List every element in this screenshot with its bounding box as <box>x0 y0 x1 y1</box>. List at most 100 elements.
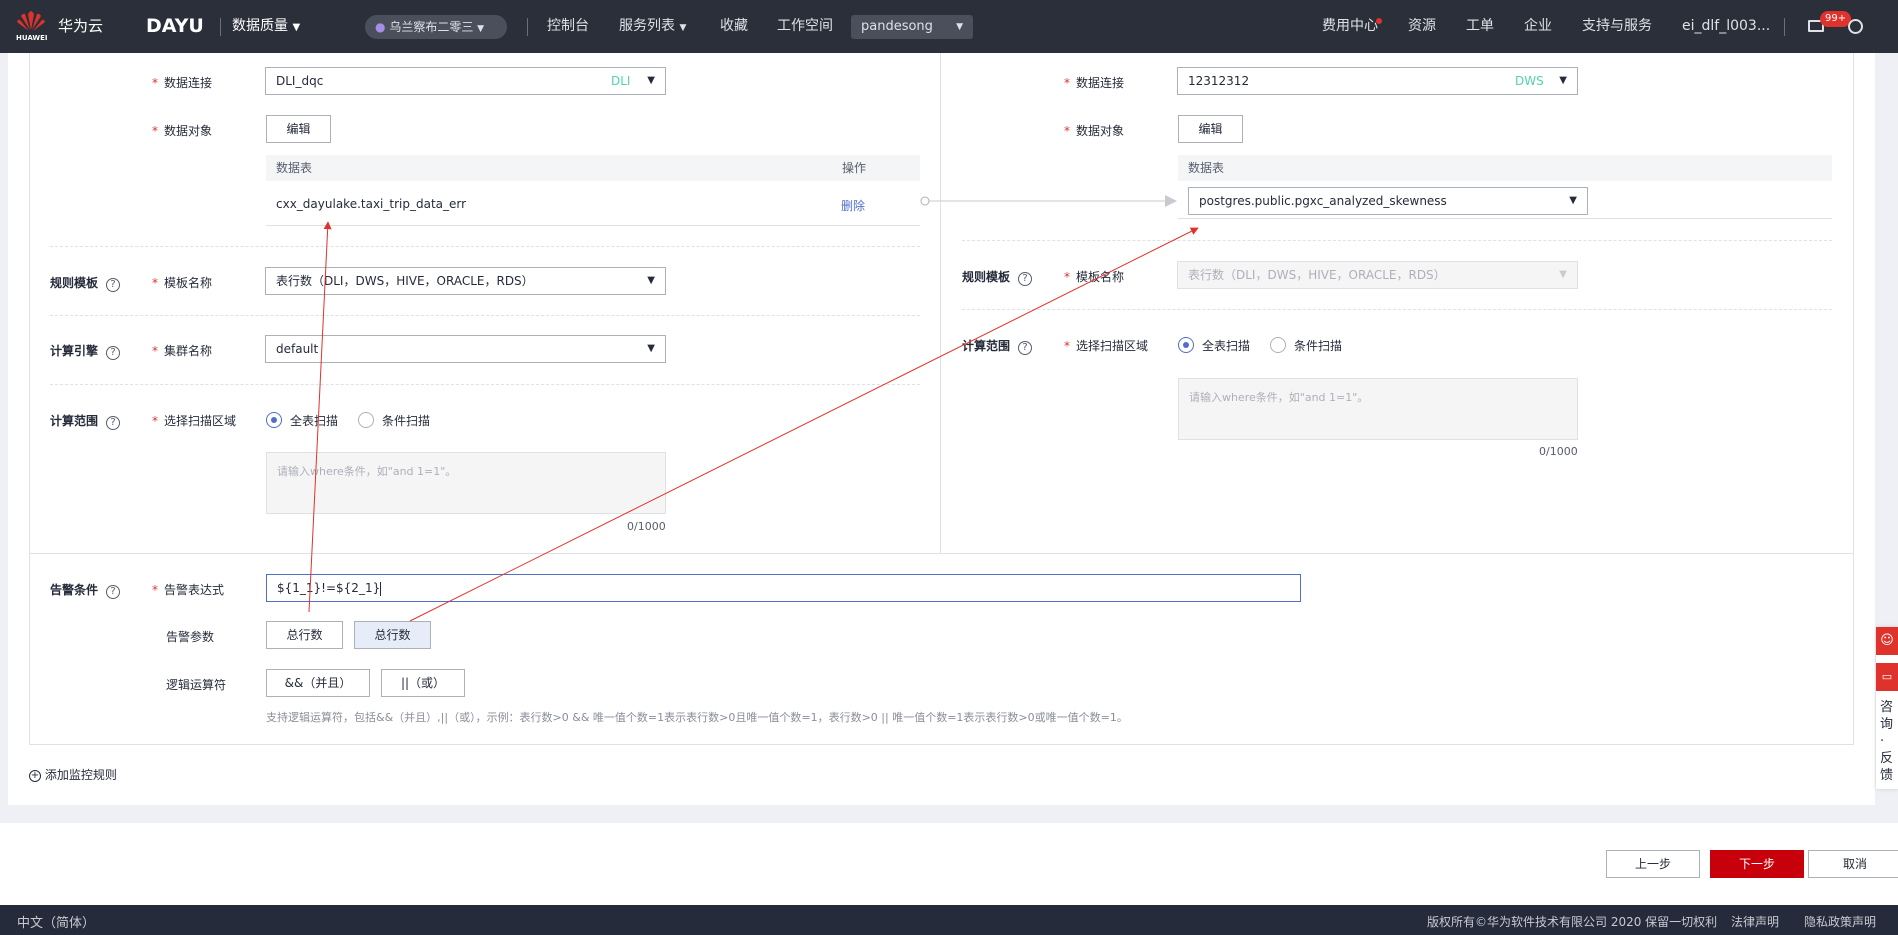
workspace-selector[interactable]: pandesong ▼ <box>851 15 973 39</box>
language-selector[interactable]: 中文（简体） <box>17 912 95 931</box>
nav-enterprise[interactable]: 企业 <box>1524 0 1552 53</box>
label-text: 选择扫描区域 <box>1076 339 1149 353</box>
huawei-logo[interactable]: HUAWEI <box>10 10 50 44</box>
nav-support[interactable]: 支持与服务 <box>1582 0 1652 53</box>
where-condition-textarea[interactable]: 请输入where条件，如"and 1=1"。 <box>1178 378 1578 440</box>
data-table-select[interactable]: postgres.public.pgxc_analyzed_skewness ▼ <box>1188 187 1588 215</box>
char-counter: 0/1000 <box>1539 445 1578 458</box>
nav-billing[interactable]: 费用中心 <box>1322 0 1378 53</box>
label-text: 选择扫描区域 <box>164 414 237 428</box>
region-label: 乌兰察布二零三 <box>389 20 474 34</box>
section-compute-scope: 计算范围? <box>50 412 121 430</box>
previous-step-button[interactable]: 上一步 <box>1606 850 1700 878</box>
param-total-rows-button[interactable]: 总行数 <box>354 621 431 649</box>
label-text: 模板名称 <box>164 276 213 290</box>
chat-icon[interactable]: ▭ <box>1876 663 1898 691</box>
full-scan-radio[interactable] <box>266 412 282 428</box>
condition-scan-label[interactable]: 条件扫描 <box>382 412 430 429</box>
page-footer: 中文（简体） 版权所有©华为软件技术有限公司 2020 保留一切权利 法律声明 … <box>0 905 1898 935</box>
privacy-policy-link[interactable]: 隐私政策声明 <box>1804 913 1876 930</box>
nav-service-list[interactable]: 服务列表 ▼ <box>619 0 686 53</box>
help-icon[interactable]: ? <box>1018 341 1033 355</box>
char-counter: 0/1000 <box>627 520 666 533</box>
cluster-name-select[interactable]: default ▼ <box>265 335 666 363</box>
section-alarm-condition: 告警条件? <box>50 581 121 599</box>
brand-name[interactable]: 华为云 <box>58 0 103 53</box>
section-rule-template: 规则模板? <box>50 274 121 292</box>
plus-circle-icon: + <box>29 769 41 782</box>
notification-dot <box>1376 18 1382 24</box>
label-text: 数据连接 <box>164 76 213 90</box>
column-divider <box>940 53 941 553</box>
input-value: ${1_1}!=${2_1} <box>277 581 381 595</box>
section-title: 告警条件 <box>50 583 99 597</box>
data-connection-select[interactable]: 12312312 DWS ▼ <box>1177 67 1578 95</box>
caret-down-icon: ▼ <box>647 75 655 86</box>
connection-type-tag: DLI <box>611 74 631 88</box>
dashed-divider <box>962 309 1832 310</box>
caret-down-icon: ▼ <box>1559 75 1567 86</box>
dashed-divider <box>50 246 920 247</box>
delete-link[interactable]: 删除 <box>841 197 865 214</box>
edit-button[interactable]: 编辑 <box>1178 115 1243 143</box>
nav-resources[interactable]: 资源 <box>1408 0 1436 53</box>
or-operator-button[interactable]: ||（或） <box>381 669 465 697</box>
select-value: DLI_dqc <box>276 74 324 88</box>
data-connection-select[interactable]: DLI_dqc DLI ▼ <box>265 67 666 95</box>
template-name-select[interactable]: 表行数（DLI，DWS，HIVE，ORACLE，RDS） ▼ <box>265 267 666 295</box>
nav-workspace[interactable]: 工作空间 <box>777 0 833 53</box>
full-scan-label[interactable]: 全表扫描 <box>290 412 338 429</box>
select-value: 表行数（DLI，DWS，HIVE，ORACLE，RDS） <box>276 274 534 288</box>
caret-down-icon: ▼ <box>1569 195 1577 206</box>
condition-scan-label[interactable]: 条件扫描 <box>1294 337 1342 354</box>
scan-area-label: * 选择扫描区域 <box>152 414 237 428</box>
section-rule-template: 规则模板? <box>962 268 1033 286</box>
condition-scan-radio[interactable] <box>358 412 374 428</box>
edit-button[interactable]: 编辑 <box>266 115 331 143</box>
consult-feedback-link[interactable]: 咨询·反馈 <box>1880 699 1894 784</box>
legal-notice-link[interactable]: 法律声明 <box>1731 913 1779 930</box>
add-rule-link[interactable]: + 添加监控规则 <box>29 766 117 783</box>
help-icon[interactable]: ? <box>106 585 121 599</box>
table-name-cell: cxx_dayulake.taxi_trip_data_err <box>276 197 467 211</box>
table-header-name: 数据表 <box>266 155 832 181</box>
connection-type-tag: DWS <box>1515 74 1544 88</box>
data-object-label: * 数据对象 <box>152 124 213 138</box>
dashed-divider <box>50 315 920 316</box>
nav-favorites[interactable]: 收藏 <box>720 0 748 53</box>
label-text: 数据连接 <box>1076 76 1125 90</box>
param-total-rows-button[interactable]: 总行数 <box>266 621 343 649</box>
template-name-select-disabled: 表行数（DLI，DWS，HIVE，ORACLE，RDS） ▼ <box>1177 261 1578 289</box>
help-icon[interactable]: ? <box>106 346 121 360</box>
help-icon[interactable]: ? <box>106 416 121 430</box>
nav-console[interactable]: 控制台 <box>547 0 589 53</box>
where-condition-textarea[interactable]: 请输入where条件，如"and 1=1"。 <box>266 452 666 514</box>
label-text: 数据对象 <box>164 124 213 138</box>
full-scan-label[interactable]: 全表扫描 <box>1202 337 1250 354</box>
clock-icon[interactable] <box>1848 19 1863 34</box>
module-dropdown[interactable]: 数据质量 ▼ <box>232 0 300 53</box>
section-divider <box>29 553 1854 554</box>
select-value: postgres.public.pgxc_analyzed_skewness <box>1199 194 1447 208</box>
help-icon[interactable]: ? <box>106 278 121 292</box>
condition-scan-radio[interactable] <box>1270 337 1286 353</box>
smile-icon[interactable]: ☺ <box>1876 627 1898 655</box>
full-scan-radio[interactable] <box>1178 337 1194 353</box>
region-selector[interactable]: ● 乌兰察布二零三 ▼ <box>365 15 507 39</box>
message-count-badge: 99+ <box>1820 11 1852 27</box>
divider <box>527 18 528 36</box>
section-compute-scope: 计算范围? <box>962 337 1033 355</box>
location-pin-icon: ● <box>375 20 386 34</box>
next-step-button[interactable]: 下一步 <box>1710 850 1804 878</box>
section-title: 规则模板 <box>50 276 99 290</box>
user-account[interactable]: ei_dlf_l003... <box>1682 0 1770 53</box>
nav-tickets[interactable]: 工单 <box>1466 0 1494 53</box>
cancel-button[interactable]: 取消 <box>1808 850 1898 878</box>
alarm-expression-input[interactable]: ${1_1}!=${2_1} <box>266 574 1301 602</box>
operator-hint-text: 支持逻辑运算符，包括&&（并且）,||（或），示例：表行数>0 && 唯一值个数… <box>266 711 1128 724</box>
and-operator-button[interactable]: &&（并且） <box>266 669 370 697</box>
product-name[interactable]: DAYU <box>146 0 204 53</box>
label-text: 模板名称 <box>1076 270 1125 284</box>
help-icon[interactable]: ? <box>1018 272 1033 286</box>
caret-down-icon: ▼ <box>679 23 687 33</box>
